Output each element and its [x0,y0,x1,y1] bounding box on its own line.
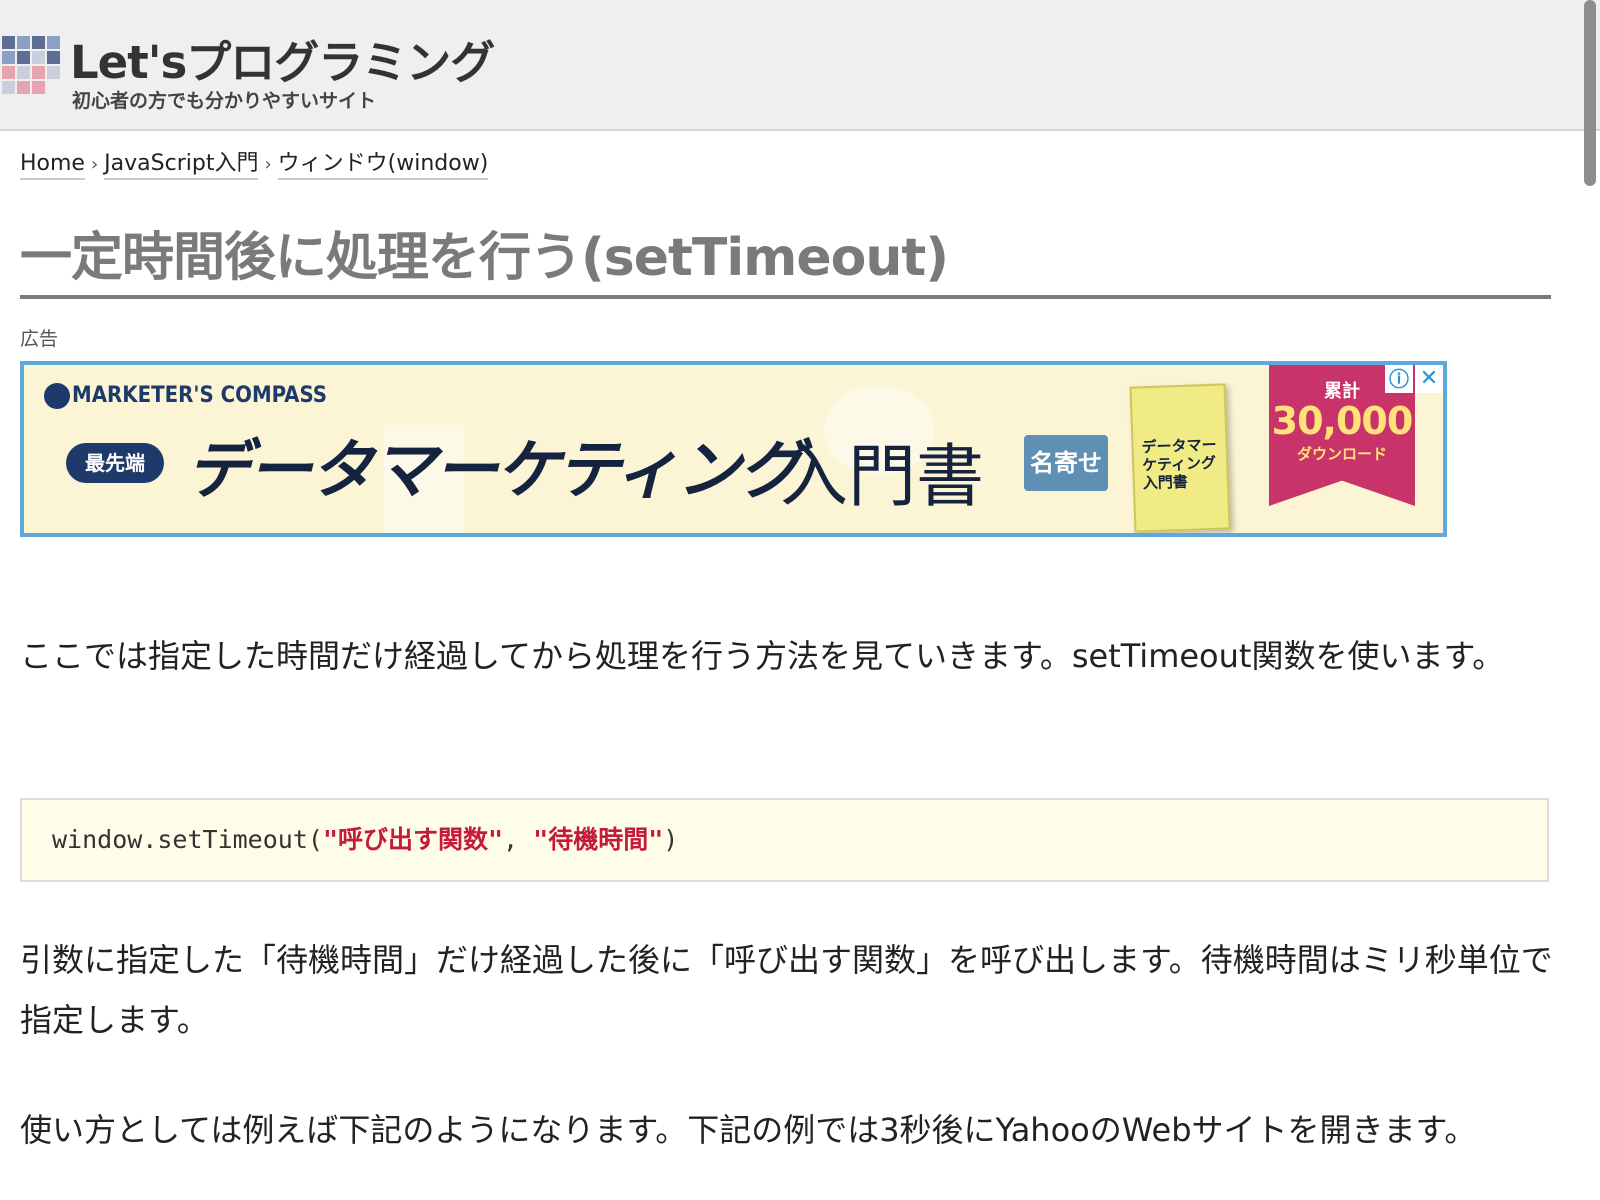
ad-brand: MARKETER'S COMPASS [72,383,327,408]
breadcrumb-window-link[interactable]: ウィンドウ(window) [277,151,489,180]
ad-book-text: データマーケティング入門書 [1141,435,1217,493]
page-title: 一定時間後に処理を行う(setTimeout) [20,215,1551,299]
ad-banner[interactable]: MARKETER'S COMPASS 最先端 データマーケティング 入門書 名寄… [20,361,1447,537]
explanation-paragraph: 引数に指定した「待機時間」だけ経過した後に「呼び出す関数」を呼び出します。待機時… [20,941,1553,1039]
ad-book-image: データマーケティング入門書 [1129,383,1231,533]
code-arg-wait: "待機時間" [533,825,664,854]
usage-paragraph: 使い方としては例えば下記のようになります。下記の例では3秒後にYahooのWeb… [20,1111,1477,1149]
ad-headline: データマーケティング [186,434,803,508]
site-subtitle: 初心者の方でも分かりやすいサイト [72,90,377,112]
code-block: window.setTimeout("呼び出す関数", "待機時間") [20,798,1549,882]
ad-headline-secondary: 入門書 [780,438,985,517]
breadcrumb: Home › JavaScript入門 › ウィンドウ(window) [20,145,489,180]
site-logo-icon[interactable] [2,36,60,96]
ad-ribbon-sub: ダウンロード [1296,445,1387,463]
code-line: window.setTimeout("呼び出す関数", "待機時間") [52,800,1517,880]
site-header: Let'sプログラミング 初心者の方でも分かりやすいサイト [0,0,1600,131]
breadcrumb-javascript-link[interactable]: JavaScript入門 [104,151,259,180]
code-function: window.setTimeout( [52,825,323,854]
breadcrumb-separator: › [90,154,99,175]
breadcrumb-home-link[interactable]: Home [20,151,85,180]
site-title[interactable]: Let'sプログラミング [70,26,495,91]
breadcrumb-separator: › [264,154,272,175]
ad-label: 広告 [20,328,59,350]
ad-mini-badge: 名寄せ [1024,435,1108,491]
intro-paragraph: ここでは指定した時間だけ経過してから処理を行う方法を見ていきます。setTime… [20,637,1505,675]
ad-brand-icon [44,383,70,409]
ad-info-icon[interactable]: ⓘ [1385,365,1413,393]
code-close-paren: ) [663,825,679,854]
page-scrollbar[interactable] [1584,0,1596,186]
ad-close-icon[interactable]: ✕ [1415,365,1443,393]
ad-ribbon-count: 30,000 [1271,399,1414,443]
ad-badge: 最先端 [66,443,164,483]
code-comma: , [503,825,534,854]
code-arg-function: "呼び出す関数" [322,825,504,854]
